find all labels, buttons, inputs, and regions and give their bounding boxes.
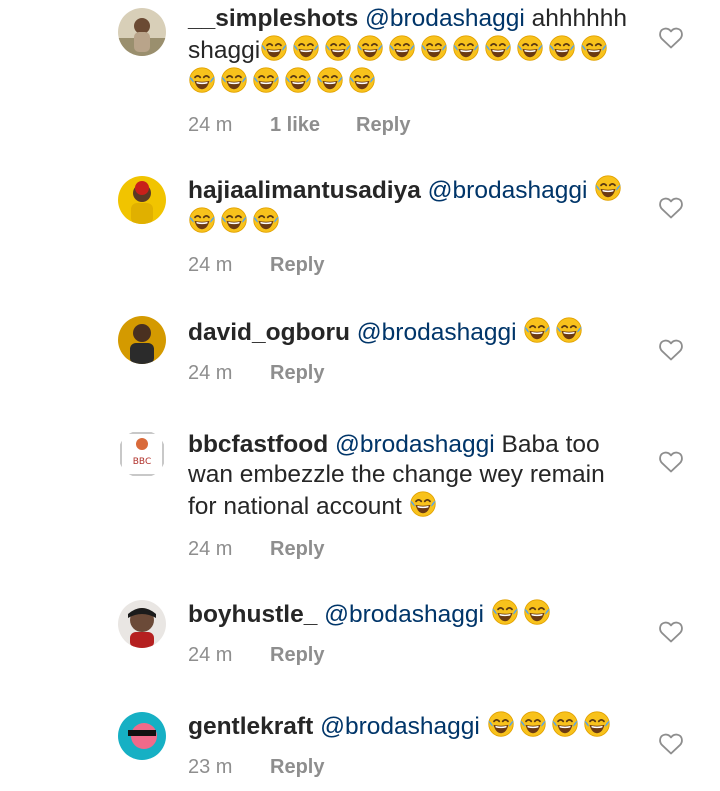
- face-with-tears-of-joy-icon: [357, 35, 383, 61]
- face-with-tears-of-joy-icon: [551, 711, 578, 737]
- face-with-tears-of-joy-icon: [556, 317, 583, 343]
- avatar[interactable]: [118, 8, 166, 56]
- reply-button[interactable]: Reply: [270, 254, 324, 277]
- face-with-tears-of-joy-icon: [349, 67, 375, 93]
- comment-mention[interactable]: @brodashaggi: [428, 177, 588, 204]
- comment-text: david_ogboru @brodashaggi: [188, 316, 638, 348]
- face-with-tears-of-joy-icon: [189, 207, 215, 233]
- face-with-tears-of-joy-icon: [221, 67, 247, 93]
- face-with-tears-of-joy-icon: [453, 35, 479, 61]
- face-with-tears-of-joy-icon: [389, 35, 415, 61]
- face-with-tears-of-joy-icon: [261, 35, 287, 61]
- face-with-tears-of-joy-icon: [253, 207, 279, 233]
- reply-button[interactable]: Reply: [270, 644, 324, 667]
- comment-mention[interactable]: @brodashaggi: [320, 713, 480, 740]
- face-with-tears-of-joy-icon: [317, 67, 343, 93]
- face-with-tears-of-joy-icon: [524, 599, 550, 625]
- avatar[interactable]: [118, 600, 166, 648]
- reply-button[interactable]: Reply: [270, 538, 324, 561]
- emoji-group: [523, 317, 583, 346]
- avatar[interactable]: BBC: [118, 430, 166, 478]
- face-with-tears-of-joy-icon: [517, 35, 543, 61]
- comment-timestamp: 24 m: [188, 361, 233, 384]
- face-with-tears-of-joy-icon: [421, 35, 447, 61]
- comment-username[interactable]: __simpleshots: [188, 5, 358, 32]
- comment-text: __simpleshots @brodashaggi ahhhhhh shagg…: [188, 4, 638, 98]
- emoji-group: [491, 599, 551, 628]
- comment-timestamp: 23 m: [188, 755, 233, 778]
- comment-mention[interactable]: @brodashaggi: [357, 319, 517, 346]
- comment-username[interactable]: hajiaalimantusadiya: [188, 177, 421, 204]
- comment-meta: 23 m Reply: [188, 754, 638, 780]
- comment-text: boyhustle_ @brodashaggi: [188, 598, 638, 630]
- comment-username[interactable]: gentlekraft: [188, 713, 313, 740]
- comment-list: __simpleshots @brodashaggi ahhhhhh shagg…: [0, 0, 720, 791]
- face-with-tears-of-joy-icon: [549, 35, 575, 61]
- face-with-tears-of-joy-icon: [519, 711, 546, 737]
- heart-outline-icon[interactable]: [658, 196, 684, 220]
- svg-text:BBC: BBC: [133, 457, 151, 467]
- emoji-group: [409, 491, 437, 520]
- face-with-tears-of-joy-icon: [293, 35, 319, 61]
- face-with-tears-of-joy-icon: [285, 67, 311, 93]
- face-with-tears-of-joy-icon: [485, 35, 511, 61]
- reply-button[interactable]: Reply: [356, 114, 410, 137]
- heart-outline-icon[interactable]: [658, 450, 684, 474]
- comment-text: bbcfastfood @brodashaggi Baba too wan em…: [188, 430, 638, 522]
- face-with-tears-of-joy-icon: [492, 599, 518, 625]
- comment-username[interactable]: boyhustle_: [188, 601, 317, 628]
- face-with-tears-of-joy-icon: [581, 35, 607, 61]
- heart-outline-icon[interactable]: [658, 732, 684, 756]
- comment-meta: 24 m Reply: [188, 536, 638, 562]
- face-with-tears-of-joy-icon: [409, 491, 436, 517]
- comment-text: gentlekraft @brodashaggi: [188, 710, 638, 742]
- comment-meta: 24 m Reply: [188, 642, 638, 668]
- face-with-tears-of-joy-icon: [253, 67, 279, 93]
- comment-mention[interactable]: @brodashaggi: [335, 431, 495, 458]
- comment-username[interactable]: david_ogboru: [188, 319, 350, 346]
- comment-username[interactable]: bbcfastfood: [188, 431, 328, 458]
- face-with-tears-of-joy-icon: [583, 711, 610, 737]
- comment-meta: 24 m Reply: [188, 360, 638, 386]
- comment-timestamp: 24 m: [188, 253, 233, 276]
- comment-text: hajiaalimantusadiya @brodashaggi: [188, 174, 638, 238]
- comment-mention[interactable]: @brodashaggi: [324, 601, 484, 628]
- comment-timestamp: 24 m: [188, 537, 233, 560]
- face-with-tears-of-joy-icon: [189, 67, 215, 93]
- comment-like-count[interactable]: 1 like: [270, 114, 356, 137]
- reply-button[interactable]: Reply: [270, 362, 324, 385]
- face-with-tears-of-joy-icon: [487, 711, 514, 737]
- comment-meta: 24 m Reply: [188, 252, 638, 278]
- face-with-tears-of-joy-icon: [325, 35, 351, 61]
- face-with-tears-of-joy-icon: [524, 317, 551, 343]
- comment-timestamp: 24 m: [188, 113, 233, 136]
- comment-mention[interactable]: @brodashaggi: [365, 5, 525, 32]
- avatar[interactable]: [118, 176, 166, 224]
- comment-meta: 24 m 1 like Reply: [188, 112, 638, 138]
- avatar[interactable]: [118, 712, 166, 760]
- comment-timestamp: 24 m: [188, 643, 233, 666]
- reply-button[interactable]: Reply: [270, 756, 324, 779]
- avatar[interactable]: [118, 316, 166, 364]
- heart-outline-icon[interactable]: [658, 26, 684, 50]
- face-with-tears-of-joy-icon: [221, 207, 247, 233]
- heart-outline-icon[interactable]: [658, 620, 684, 644]
- emoji-group: [487, 711, 611, 740]
- heart-outline-icon[interactable]: [658, 338, 684, 362]
- face-with-tears-of-joy-icon: [595, 175, 621, 201]
